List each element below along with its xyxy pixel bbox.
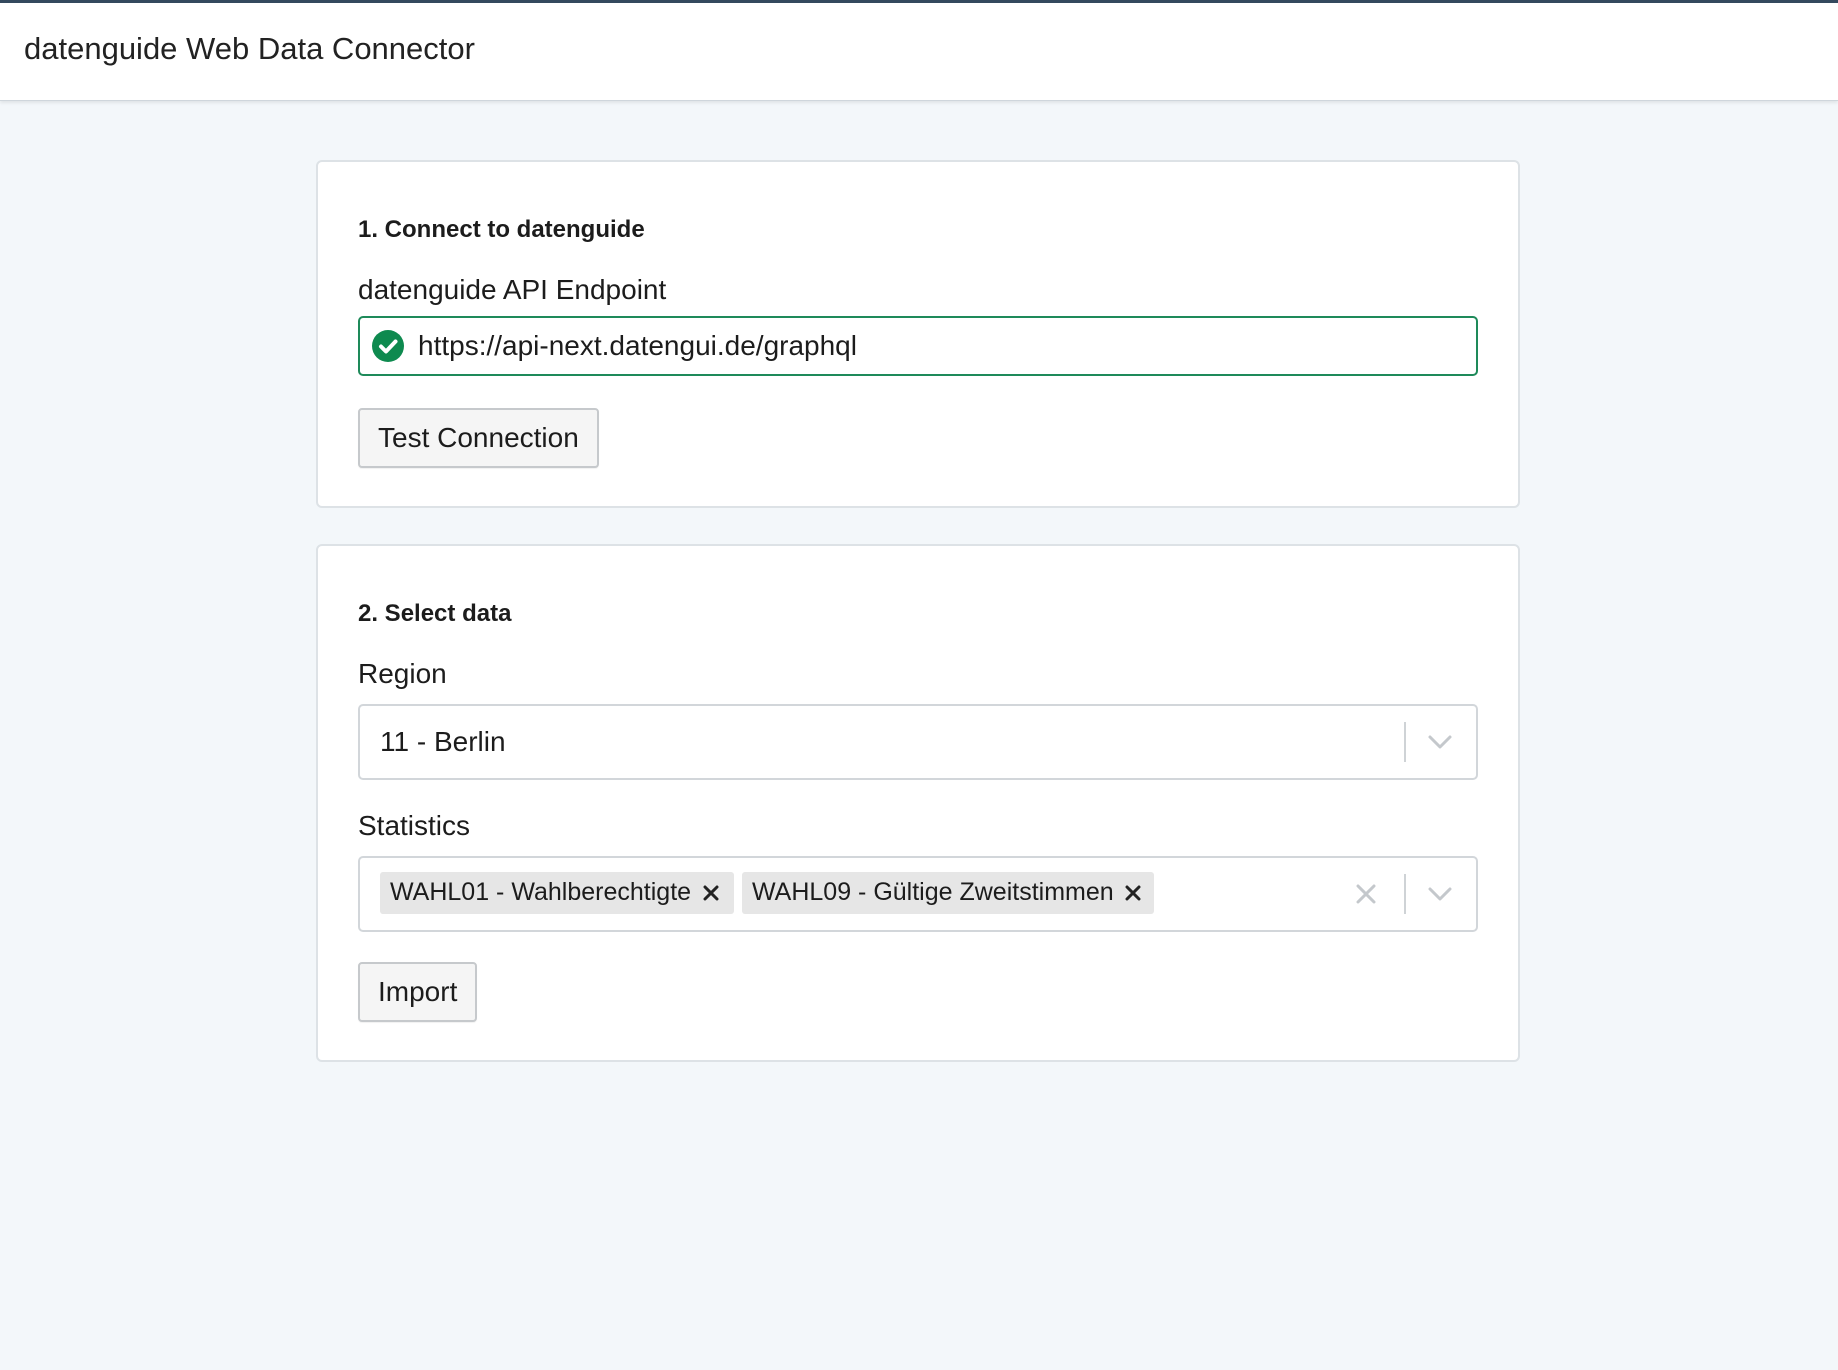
select-divider [1404, 722, 1406, 762]
statistics-tag: WAHL01 - Wahlberechtigte [380, 872, 734, 914]
chevron-down-icon[interactable] [1426, 730, 1454, 754]
clear-all-icon[interactable] [1352, 880, 1380, 908]
connect-card-title: 1. Connect to datenguide [358, 216, 645, 243]
endpoint-label: datenguide API Endpoint [358, 274, 667, 305]
chevron-down-icon[interactable] [1426, 882, 1454, 906]
statistics-label: Statistics [358, 810, 471, 841]
region-label: Region [358, 658, 447, 689]
app-title: datenguide Web Data Connector [24, 31, 475, 66]
remove-tag-icon[interactable] [702, 884, 720, 902]
test-connection-button[interactable]: Test Connection [358, 408, 599, 468]
select-card-title: 2. Select data [358, 600, 512, 627]
endpoint-input[interactable]: https://api-next.datengui.de/graphql [358, 316, 1478, 376]
check-circle-icon [372, 330, 404, 362]
remove-tag-icon[interactable] [1124, 884, 1142, 902]
endpoint-value: https://api-next.datengui.de/graphql [418, 330, 857, 361]
select-divider [1404, 874, 1406, 914]
select-data-card: 2. Select data Region 11 - Berlin Statis… [316, 544, 1520, 1062]
region-select[interactable]: 11 - Berlin [358, 704, 1478, 780]
statistics-tag-label: WAHL09 - Gültige Zweitstimmen [752, 878, 1114, 906]
import-button[interactable]: Import [358, 962, 478, 1022]
statistics-multiselect[interactable]: WAHL01 - Wahlberechtigte WAHL09 - Gültig… [358, 856, 1478, 932]
statistics-tag-label: WAHL01 - Wahlberechtigte [390, 878, 692, 906]
app-header: datenguide Web Data Connector [0, 0, 1838, 101]
connect-card: 1. Connect to datenguide datenguide API … [316, 160, 1520, 508]
region-selected-value: 11 - Berlin [380, 726, 506, 757]
statistics-tag: WAHL09 - Gültige Zweitstimmen [742, 872, 1154, 914]
